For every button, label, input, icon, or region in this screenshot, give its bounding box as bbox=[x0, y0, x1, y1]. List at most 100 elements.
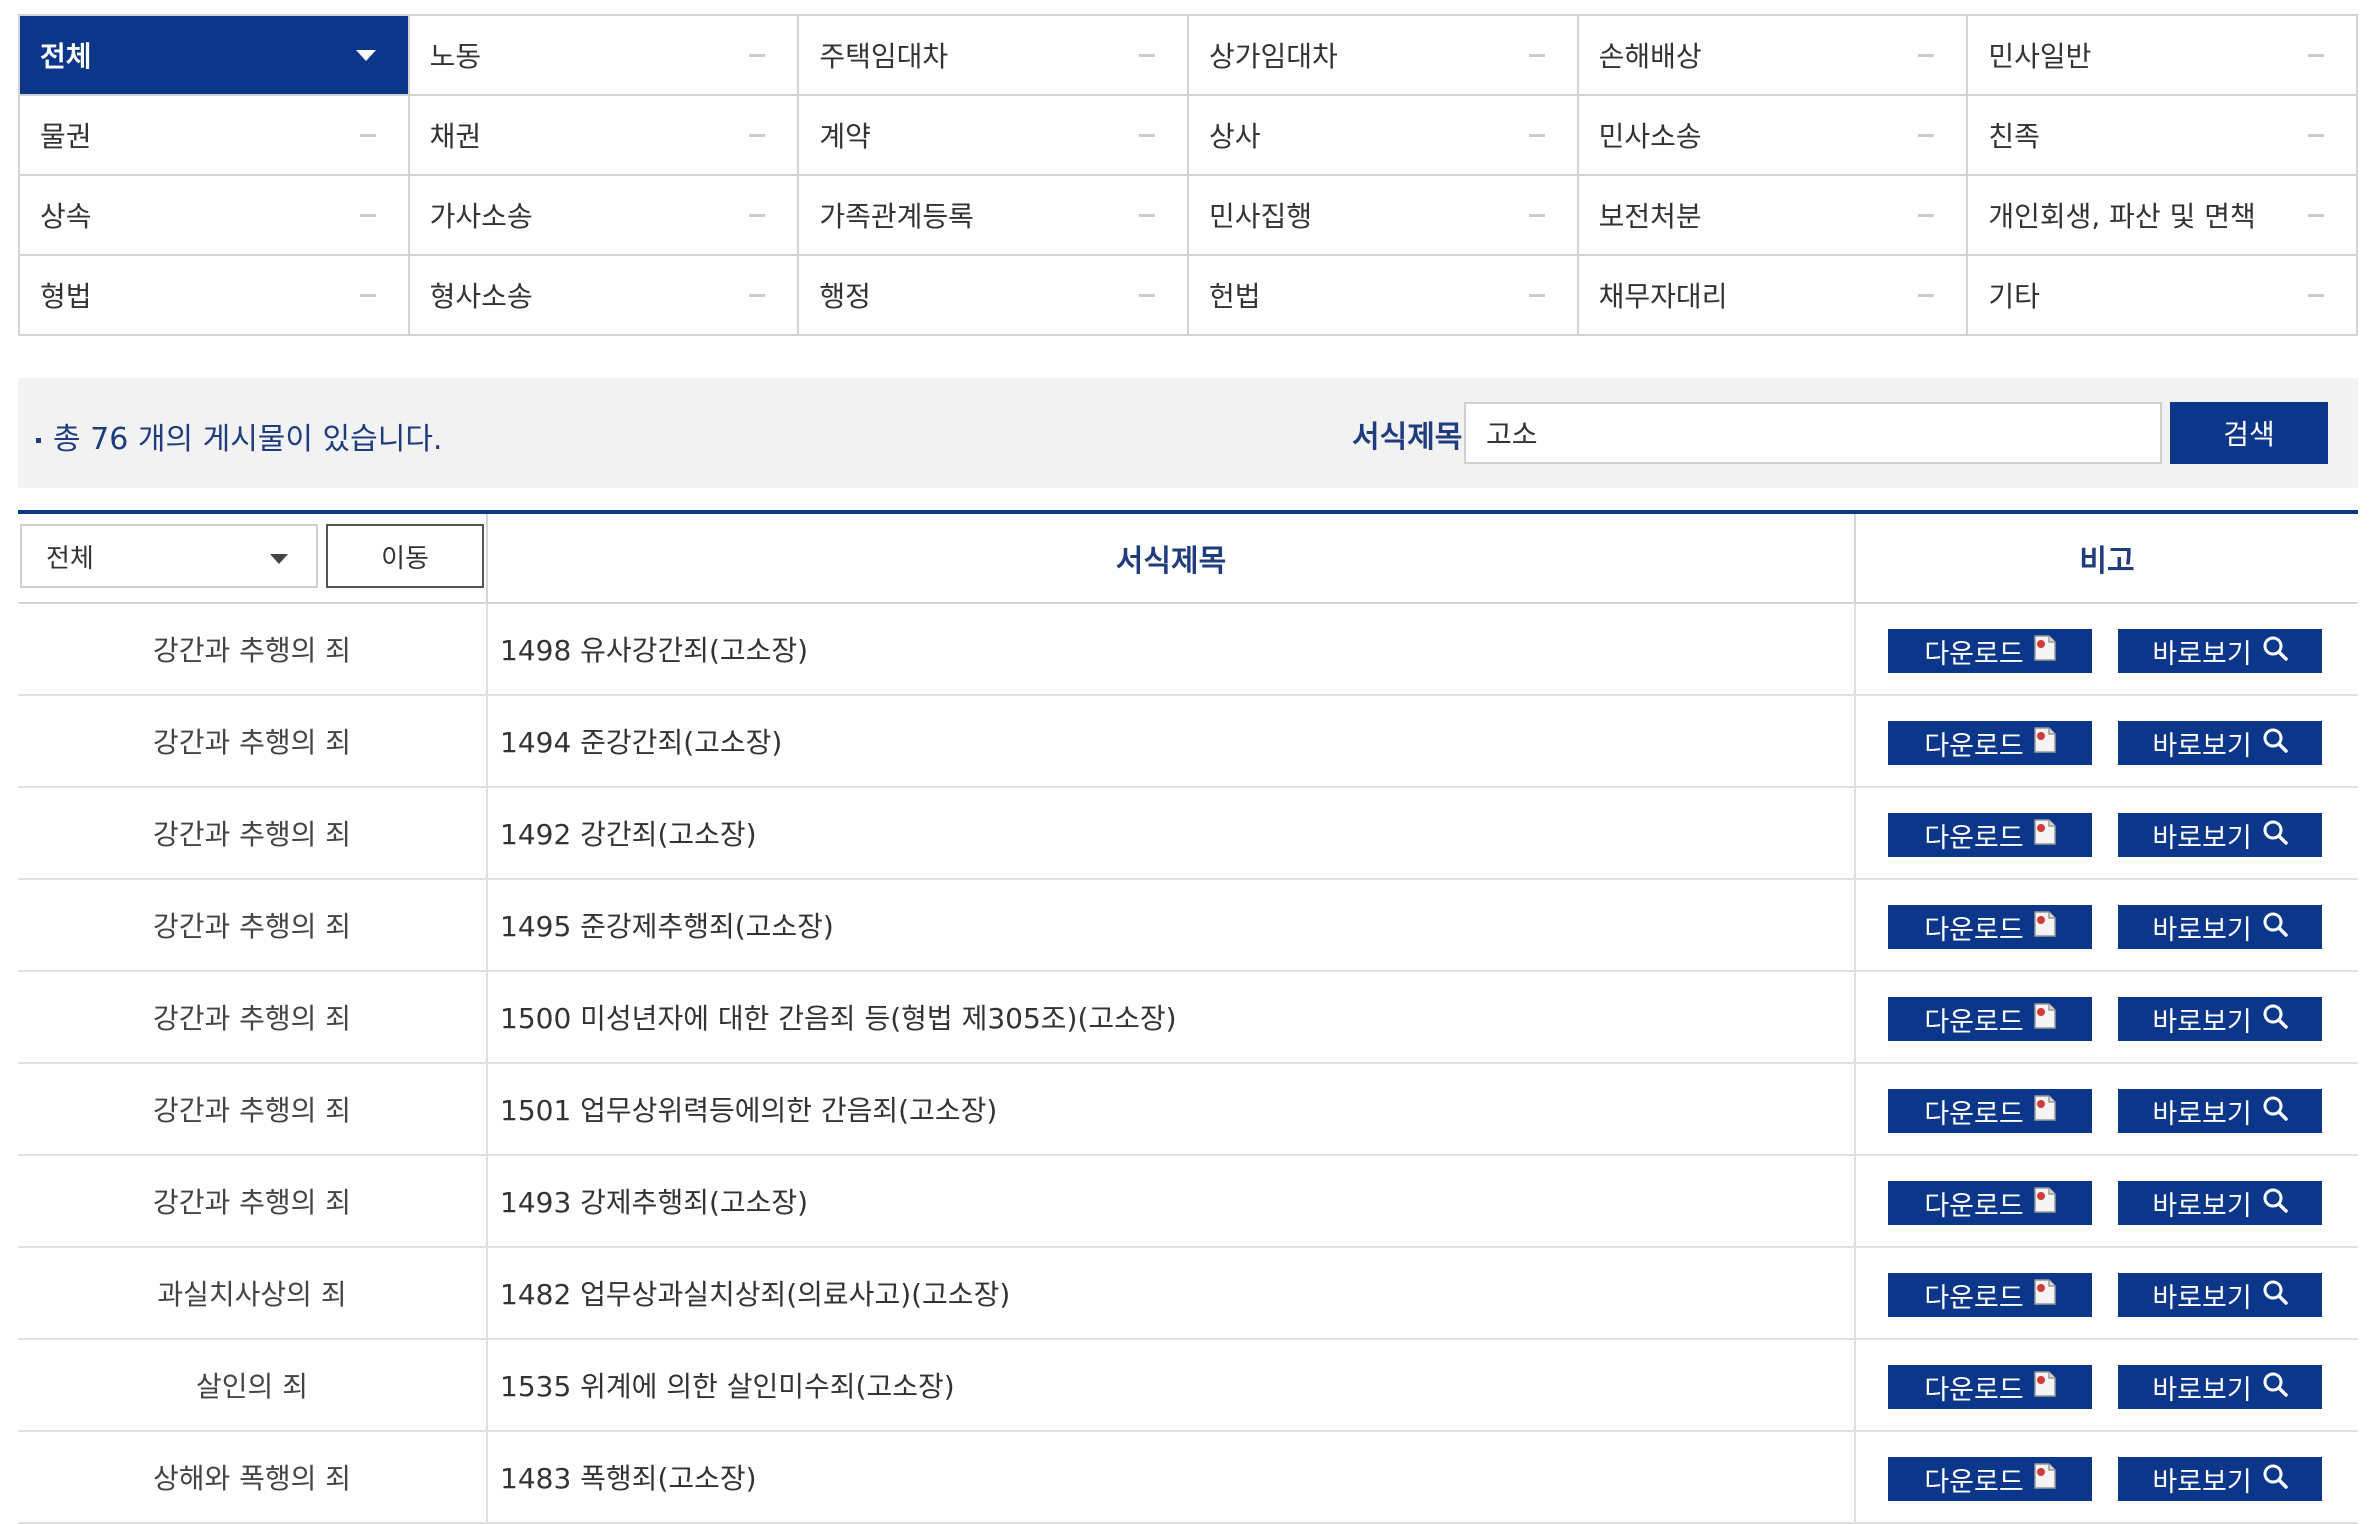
category-tab[interactable]: 상사 bbox=[1188, 96, 1579, 176]
download-button[interactable]: 다운로드 bbox=[1888, 997, 2092, 1041]
download-button[interactable]: 다운로드 bbox=[1888, 1457, 2092, 1501]
category-tab[interactable]: 가사소송 bbox=[409, 176, 800, 256]
dash-icon bbox=[749, 134, 766, 137]
category-tab[interactable]: 계약 bbox=[799, 96, 1189, 176]
row-title[interactable]: 1501 업무상위력등에의한 간음죄(고소장) bbox=[488, 1064, 1856, 1154]
category-tab[interactable]: 물권 bbox=[20, 96, 410, 176]
view-button[interactable]: 바로보기 bbox=[2118, 997, 2322, 1041]
view-label: 바로보기 bbox=[2152, 1374, 2252, 1406]
view-button[interactable]: 바로보기 bbox=[2118, 1365, 2322, 1409]
category-label: 헌법 bbox=[1208, 280, 1261, 313]
download-button[interactable]: 다운로드 bbox=[1888, 905, 2092, 949]
move-button[interactable]: 이동 bbox=[326, 524, 484, 588]
view-button[interactable]: 바로보기 bbox=[2118, 1181, 2322, 1225]
category-tab[interactable]: 헌법 bbox=[1188, 256, 1579, 336]
view-button[interactable]: 바로보기 bbox=[2118, 1089, 2322, 1133]
download-button[interactable]: 다운로드 bbox=[1888, 1273, 2092, 1317]
search-icon bbox=[2262, 911, 2288, 944]
view-button[interactable]: 바로보기 bbox=[2118, 813, 2322, 857]
row-actions: 다운로드 바로보기 bbox=[1856, 972, 2358, 1062]
view-button[interactable]: 바로보기 bbox=[2118, 1273, 2322, 1317]
row-actions: 다운로드 바로보기 bbox=[1856, 1340, 2358, 1430]
category-tab[interactable]: 채권 bbox=[409, 96, 800, 176]
category-tab[interactable]: 개인회생, 파산 및 면책 bbox=[1968, 176, 2358, 256]
row-title[interactable]: 1483 폭행죄(고소장) bbox=[488, 1432, 1856, 1522]
category-tab[interactable]: 노동 bbox=[409, 16, 800, 96]
download-label: 다운로드 bbox=[1924, 822, 2024, 854]
category-label: 민사집행 bbox=[1208, 200, 1313, 233]
table-row: 과실치사상의 죄 1482 업무상과실치상죄(의료사고)(고소장) 다운로드 바로보기 bbox=[18, 1248, 2358, 1340]
download-label: 다운로드 bbox=[1924, 1006, 2024, 1038]
category-tab[interactable]: 상가임대차 bbox=[1188, 16, 1579, 96]
category-tab[interactable]: 민사일반 bbox=[1968, 16, 2358, 96]
search-label: 서식제목 bbox=[1352, 420, 1463, 455]
row-actions: 다운로드 바로보기 bbox=[1856, 788, 2358, 878]
category-filter-select[interactable]: 전체 bbox=[20, 524, 318, 588]
table-row: 강간과 추행의 죄 1498 유사강간죄(고소장) 다운로드 바로보기 bbox=[18, 604, 2358, 696]
row-title[interactable]: 1494 준강간죄(고소장) bbox=[488, 696, 1856, 786]
category-label: 개인회생, 파산 및 면책 bbox=[1988, 200, 2256, 233]
download-button[interactable]: 다운로드 bbox=[1888, 1089, 2092, 1133]
download-button[interactable]: 다운로드 bbox=[1888, 1181, 2092, 1225]
download-button[interactable]: 다운로드 bbox=[1888, 813, 2092, 857]
row-category: 강간과 추행의 죄 bbox=[18, 1156, 488, 1246]
row-title[interactable]: 1498 유사강간죄(고소장) bbox=[488, 604, 1856, 694]
download-label: 다운로드 bbox=[1924, 638, 2024, 670]
category-tab[interactable]: 민사소송 bbox=[1578, 96, 1969, 176]
search-icon bbox=[2262, 1095, 2288, 1128]
table-row: 강간과 추행의 죄 1501 업무상위력등에의한 간음죄(고소장) 다운로드 바로보기 bbox=[18, 1064, 2358, 1156]
row-title[interactable]: 1492 강간죄(고소장) bbox=[488, 788, 1856, 878]
view-button[interactable]: 바로보기 bbox=[2118, 721, 2322, 765]
file-icon bbox=[2033, 1462, 2056, 1496]
dash-icon bbox=[1138, 214, 1155, 217]
category-tab[interactable]: 손해배상 bbox=[1578, 16, 1969, 96]
category-tab[interactable]: 주택임대차 bbox=[799, 16, 1189, 96]
dash-icon bbox=[359, 214, 376, 217]
row-title[interactable]: 1500 미성년자에 대한 간음죄 등(형법 제305조)(고소장) bbox=[488, 972, 1856, 1062]
file-icon bbox=[2033, 634, 2056, 668]
row-category: 과실치사상의 죄 bbox=[18, 1248, 488, 1338]
row-title[interactable]: 1493 강제추행죄(고소장) bbox=[488, 1156, 1856, 1246]
category-tab[interactable]: 전체 bbox=[20, 16, 410, 96]
category-tab[interactable]: 민사집행 bbox=[1188, 176, 1579, 256]
table-row: 강간과 추행의 죄 1495 준강제추행죄(고소장) 다운로드 바로보기 bbox=[18, 880, 2358, 972]
view-label: 바로보기 bbox=[2152, 1098, 2252, 1130]
view-button[interactable]: 바로보기 bbox=[2118, 905, 2322, 949]
view-button[interactable]: 바로보기 bbox=[2118, 629, 2322, 673]
caret-down-icon bbox=[355, 50, 376, 61]
view-label: 바로보기 bbox=[2152, 1282, 2252, 1314]
table-body: 강간과 추행의 죄 1498 유사강간죄(고소장) 다운로드 바로보기 강간과 추행의 … bbox=[18, 604, 2358, 1524]
total-suffix: 개의 게시물이 있습니다. bbox=[128, 422, 443, 457]
download-button[interactable]: 다운로드 bbox=[1888, 629, 2092, 673]
download-label: 다운로드 bbox=[1924, 1466, 2024, 1498]
category-tab[interactable]: 가족관계등록 bbox=[799, 176, 1189, 256]
category-tab[interactable]: 상속 bbox=[20, 176, 410, 256]
category-label: 민사소송 bbox=[1598, 120, 1702, 153]
dash-icon bbox=[1918, 134, 1935, 137]
category-tab[interactable]: 보전처분 bbox=[1578, 176, 1969, 256]
search-input[interactable] bbox=[1464, 402, 2162, 464]
category-tab[interactable]: 행정 bbox=[799, 256, 1189, 336]
row-title[interactable]: 1482 업무상과실치상죄(의료사고)(고소장) bbox=[488, 1248, 1856, 1338]
category-tab[interactable]: 친족 bbox=[1968, 96, 2358, 176]
row-category: 강간과 추행의 죄 bbox=[18, 696, 488, 786]
download-button[interactable]: 다운로드 bbox=[1888, 1365, 2092, 1409]
download-label: 다운로드 bbox=[1924, 1098, 2024, 1130]
view-label: 바로보기 bbox=[2152, 1466, 2252, 1498]
row-category: 상해와 폭행의 죄 bbox=[18, 1432, 488, 1522]
download-button[interactable]: 다운로드 bbox=[1888, 721, 2092, 765]
category-label: 상가임대차 bbox=[1208, 40, 1338, 73]
category-tab[interactable]: 채무자대리 bbox=[1578, 256, 1969, 336]
dash-icon bbox=[1918, 214, 1935, 217]
view-button[interactable]: 바로보기 bbox=[2118, 1457, 2322, 1501]
category-tab[interactable]: 형법 bbox=[20, 256, 410, 336]
download-label: 다운로드 bbox=[1924, 1190, 2024, 1222]
row-title[interactable]: 1535 위계에 의한 살인미수죄(고소장) bbox=[488, 1340, 1856, 1430]
search-button[interactable]: 검색 bbox=[2170, 402, 2328, 464]
row-title[interactable]: 1495 준강제추행죄(고소장) bbox=[488, 880, 1856, 970]
dash-icon bbox=[749, 214, 766, 217]
dash-icon bbox=[749, 54, 766, 57]
category-tab[interactable]: 형사소송 bbox=[409, 256, 800, 336]
category-label: 행정 bbox=[819, 280, 871, 313]
category-tab[interactable]: 기타 bbox=[1968, 256, 2358, 336]
